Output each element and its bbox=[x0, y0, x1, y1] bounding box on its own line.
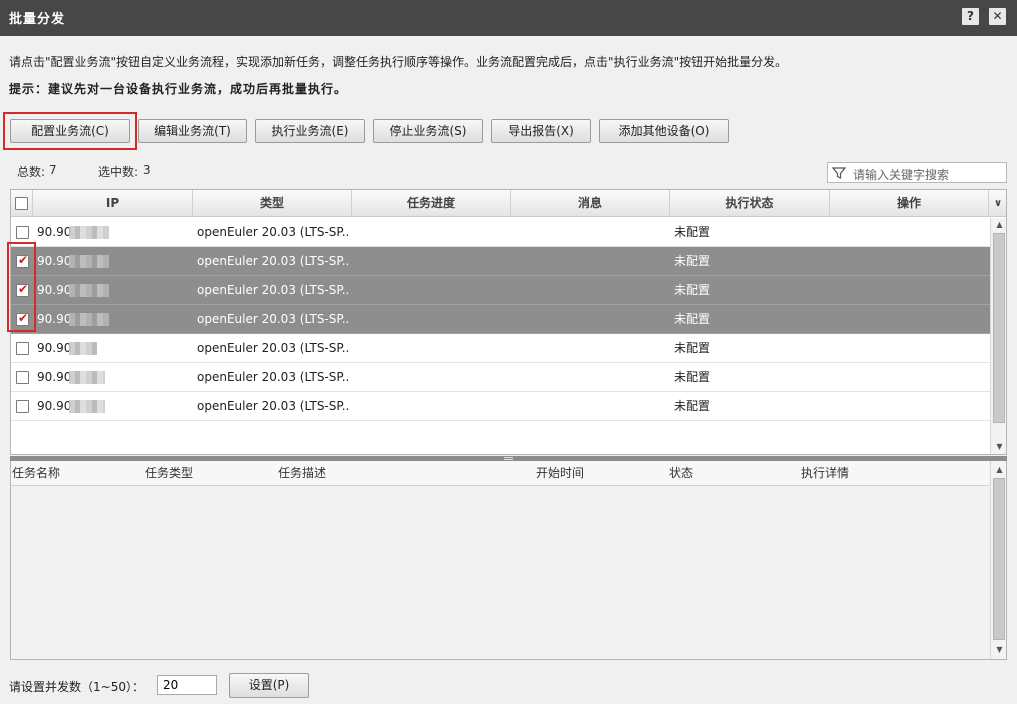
device-table-header: IP 类型 任务进度 消息 执行状态 操作 ∨ bbox=[11, 190, 1006, 217]
filter-icon bbox=[832, 167, 846, 179]
task-table-scrollbar[interactable]: ▲ ▼ bbox=[990, 461, 1006, 659]
task-scroll-down-icon[interactable]: ▼ bbox=[991, 643, 1006, 657]
task-table-header: 任务名称 任务类型 任务描述 开始时间 状态 执行详情 bbox=[11, 461, 989, 486]
col-progress[interactable]: 任务进度 bbox=[352, 190, 511, 217]
checked-rows-highlight bbox=[7, 242, 36, 332]
redacted-ip-mask bbox=[69, 342, 97, 355]
stop-workflow-button[interactable]: 停止业务流(S) bbox=[373, 119, 483, 143]
row-checkbox[interactable] bbox=[16, 400, 29, 413]
exec-status-cell: 未配置 bbox=[674, 341, 711, 355]
type-cell: openEuler 20.03 (LTS-SP... bbox=[197, 225, 349, 239]
scroll-down-icon[interactable]: ▼ bbox=[991, 440, 1006, 454]
row-checkbox[interactable] bbox=[16, 371, 29, 384]
ip-cell: 90.90 bbox=[37, 254, 72, 268]
help-icon[interactable]: ? bbox=[962, 8, 979, 25]
set-concurrency-button[interactable]: 设置(P) bbox=[229, 673, 309, 698]
table-row[interactable]: 90.90 openEuler 20.03 (LTS-SP... 未配置 bbox=[11, 363, 990, 392]
table-row[interactable]: 90.90 openEuler 20.03 (LTS-SP... 未配置 bbox=[11, 247, 990, 276]
task-scroll-thumb[interactable] bbox=[993, 478, 1005, 640]
type-cell: openEuler 20.03 (LTS-SP... bbox=[197, 399, 349, 413]
intro-text: 请点击"配置业务流"按钮自定义业务流程，实现添加新任务，调整任务执行顺序等操作。… bbox=[9, 55, 788, 69]
select-all-cell bbox=[11, 190, 33, 217]
col-task-name[interactable]: 任务名称 bbox=[12, 461, 60, 486]
concurrency-label: 请设置并发数（1~50）： bbox=[9, 680, 144, 694]
table-row[interactable]: 90.90 openEuler 20.03 (LTS-SP... 未配置 bbox=[11, 276, 990, 305]
col-exec-detail[interactable]: 执行详情 bbox=[801, 461, 849, 486]
exec-status-cell: 未配置 bbox=[674, 399, 711, 413]
column-menu-icon[interactable]: ∨ bbox=[989, 190, 1006, 217]
col-start-time[interactable]: 开始时间 bbox=[536, 461, 584, 486]
task-scroll-up-icon[interactable]: ▲ bbox=[991, 463, 1006, 477]
window-title: 批量分发 bbox=[9, 12, 66, 27]
ip-cell: 90.90 bbox=[37, 312, 72, 326]
task-table: 任务名称 任务类型 任务描述 开始时间 状态 执行详情 ▲ ▼ bbox=[10, 461, 1007, 660]
execute-workflow-button[interactable]: 执行业务流(E) bbox=[255, 119, 365, 143]
search-placeholder: 请输入关键字搜索 bbox=[853, 168, 950, 182]
ip-cell: 90.90 bbox=[37, 283, 72, 297]
redacted-ip-mask bbox=[69, 284, 109, 297]
title-bar: 批量分发 ? ✕ bbox=[0, 0, 1017, 36]
type-cell: openEuler 20.03 (LTS-SP... bbox=[197, 370, 349, 384]
col-task-type[interactable]: 任务类型 bbox=[145, 461, 193, 486]
table-row[interactable]: 90.90 openEuler 20.03 (LTS-SP... 未配置 bbox=[11, 305, 990, 334]
redacted-ip-mask bbox=[69, 255, 109, 268]
ip-cell: 90.90 bbox=[37, 370, 72, 384]
type-cell: openEuler 20.03 (LTS-SP... bbox=[197, 312, 349, 326]
exec-status-cell: 未配置 bbox=[674, 254, 711, 268]
table-row[interactable]: 90.90 openEuler 20.03 (LTS-SP... 未配置 bbox=[11, 334, 990, 363]
exec-status-cell: 未配置 bbox=[674, 225, 711, 239]
device-table: IP 类型 任务进度 消息 执行状态 操作 ∨ 90.90 openEuler 2… bbox=[10, 189, 1007, 455]
edit-workflow-button[interactable]: 编辑业务流(T) bbox=[138, 119, 247, 143]
redacted-ip-mask bbox=[69, 226, 109, 239]
exec-status-cell: 未配置 bbox=[674, 312, 711, 326]
selected-count: 3 bbox=[143, 163, 151, 177]
search-input[interactable]: 请输入关键字搜索 bbox=[827, 162, 1007, 183]
col-task-status[interactable]: 状态 bbox=[669, 461, 693, 486]
col-message[interactable]: 消息 bbox=[511, 190, 670, 217]
total-label: 总数: bbox=[17, 165, 46, 179]
close-icon[interactable]: ✕ bbox=[989, 8, 1006, 25]
col-type[interactable]: 类型 bbox=[193, 190, 352, 217]
row-checkbox[interactable] bbox=[16, 342, 29, 355]
add-device-button[interactable]: 添加其他设备(O) bbox=[599, 119, 729, 143]
col-exec-status[interactable]: 执行状态 bbox=[670, 190, 830, 217]
type-cell: openEuler 20.03 (LTS-SP... bbox=[197, 341, 349, 355]
selected-label: 选中数: bbox=[98, 165, 139, 179]
configure-workflow-button[interactable]: 配置业务流(C) bbox=[10, 119, 130, 143]
scroll-thumb[interactable] bbox=[993, 233, 1005, 423]
type-cell: openEuler 20.03 (LTS-SP... bbox=[197, 283, 349, 297]
ip-cell: 90.90 bbox=[37, 399, 72, 413]
type-cell: openEuler 20.03 (LTS-SP... bbox=[197, 254, 349, 268]
col-actions[interactable]: 操作 bbox=[830, 190, 989, 217]
total-count: 7 bbox=[49, 163, 57, 177]
redacted-ip-mask bbox=[69, 371, 105, 384]
col-ip[interactable]: IP bbox=[33, 190, 193, 217]
export-report-button[interactable]: 导出报告(X) bbox=[491, 119, 591, 143]
exec-status-cell: 未配置 bbox=[674, 370, 711, 384]
exec-status-cell: 未配置 bbox=[674, 283, 711, 297]
table-row[interactable]: 90.90 openEuler 20.03 (LTS-SP... 未配置 bbox=[11, 392, 990, 421]
row-checkbox[interactable] bbox=[16, 226, 29, 239]
redacted-ip-mask bbox=[69, 400, 105, 413]
hint-text: 提示：建议先对一台设备执行业务流，成功后再批量执行。 bbox=[9, 82, 348, 96]
ip-cell: 90.90 bbox=[37, 341, 72, 355]
ip-cell: 90.90 bbox=[37, 225, 72, 239]
redacted-ip-mask bbox=[69, 313, 109, 326]
splitter-grip-icon bbox=[504, 457, 513, 460]
table-row[interactable]: 90.90 openEuler 20.03 (LTS-SP... 未配置 bbox=[11, 218, 990, 247]
scroll-up-icon[interactable]: ▲ bbox=[991, 218, 1006, 232]
select-all-checkbox[interactable] bbox=[15, 197, 28, 210]
device-table-scrollbar[interactable]: ▲ ▼ bbox=[990, 218, 1006, 454]
col-task-desc[interactable]: 任务描述 bbox=[278, 461, 326, 486]
concurrency-input[interactable] bbox=[157, 675, 217, 695]
